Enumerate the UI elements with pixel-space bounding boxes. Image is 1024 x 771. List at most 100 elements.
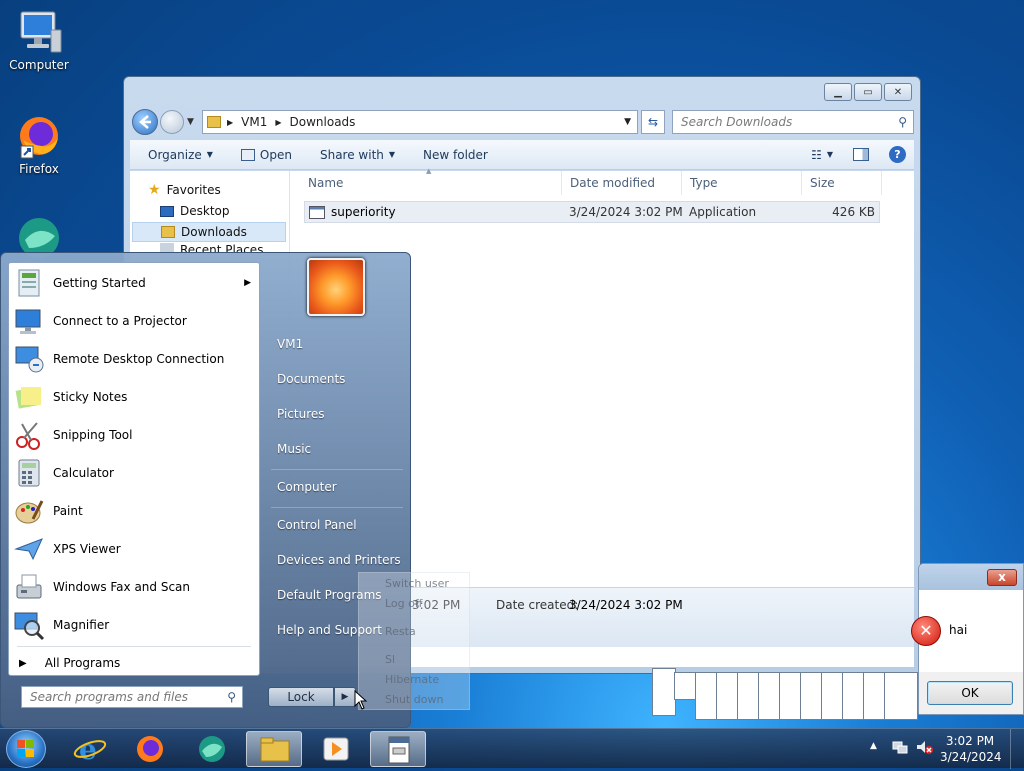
- open-button[interactable]: Open: [240, 147, 292, 162]
- taskbar-app[interactable]: [184, 731, 240, 767]
- taskbar-application[interactable]: [370, 731, 426, 767]
- back-arrow-icon: [139, 115, 151, 129]
- taskbar-internet-explorer[interactable]: e: [62, 731, 118, 767]
- minimize-icon: ▁: [834, 86, 842, 98]
- breadcrumb-vm1[interactable]: VM1: [241, 115, 267, 129]
- stacked-window[interactable]: [842, 672, 864, 720]
- lock-button[interactable]: Lock: [268, 687, 334, 707]
- file-size: 426 KB: [832, 205, 875, 219]
- address-bar[interactable]: ▶ VM1 ▶ Downloads ▼: [202, 110, 638, 134]
- organize-button[interactable]: Organize ▼: [148, 148, 213, 162]
- user-picture-avatar[interactable]: [307, 258, 365, 316]
- recent-pages-dropdown[interactable]: ▼: [187, 117, 194, 127]
- breadcrumb-downloads[interactable]: Downloads: [290, 115, 356, 129]
- stacked-window[interactable]: [716, 672, 738, 720]
- stacked-window[interactable]: [737, 672, 759, 720]
- program-calculator[interactable]: Calculator: [13, 455, 257, 491]
- program-getting-started[interactable]: Getting Started ▶: [13, 265, 257, 301]
- column-header-type[interactable]: Type: [682, 171, 802, 195]
- program-xps-viewer[interactable]: XPS Viewer: [13, 531, 257, 567]
- maximize-button[interactable]: ▭: [854, 83, 882, 101]
- show-desktop-button[interactable]: [1010, 729, 1024, 769]
- start-pictures[interactable]: Pictures: [277, 407, 325, 421]
- start-control-panel[interactable]: Control Panel: [277, 518, 357, 532]
- stacked-window[interactable]: [863, 672, 885, 720]
- power-sleep[interactable]: Sl: [385, 653, 395, 666]
- stacked-window[interactable]: [652, 668, 676, 716]
- stacked-window[interactable]: [779, 672, 801, 720]
- power-restart[interactable]: Resta: [385, 625, 416, 638]
- preview-pane-button[interactable]: [853, 148, 869, 161]
- power-options-menu: Switch user Log off Resta Sl Hibernate S…: [358, 572, 470, 710]
- stacked-window[interactable]: [758, 672, 780, 720]
- power-hibernate[interactable]: Hibernate: [385, 673, 439, 686]
- help-button[interactable]: ?: [889, 146, 906, 163]
- search-input[interactable]: Search Downloads ⚲: [672, 110, 914, 134]
- stacked-window[interactable]: [800, 672, 822, 720]
- power-log-off[interactable]: Log off: [385, 597, 422, 610]
- share-with-button[interactable]: Share with ▼: [320, 148, 395, 162]
- power-switch-user[interactable]: Switch user: [385, 577, 449, 590]
- back-button[interactable]: [132, 109, 158, 135]
- start-search-input[interactable]: Search programs and files ⚲: [21, 686, 243, 708]
- ok-button[interactable]: OK: [927, 681, 1013, 705]
- new-folder-button[interactable]: New folder: [423, 148, 488, 162]
- program-sticky-notes[interactable]: Sticky Notes: [13, 379, 257, 415]
- open-label: Open: [259, 147, 292, 162]
- window-icon: [240, 148, 255, 161]
- taskbar-clock[interactable]: 3:02 PM 3/24/2024: [940, 733, 1002, 765]
- program-label: Remote Desktop Connection: [53, 352, 225, 366]
- program-remote-desktop[interactable]: Remote Desktop Connection: [13, 341, 257, 377]
- stacked-window[interactable]: [695, 672, 717, 720]
- start-documents[interactable]: Documents: [277, 372, 345, 386]
- nav-downloads[interactable]: Downloads: [132, 222, 286, 242]
- start-devices-printers[interactable]: Devices and Printers: [277, 553, 401, 567]
- column-header-size[interactable]: Size: [802, 171, 882, 195]
- program-label: Magnifier: [53, 618, 110, 632]
- volume-muted-icon[interactable]: [916, 739, 934, 755]
- minimize-button[interactable]: ▁: [824, 83, 852, 101]
- stacked-window[interactable]: [884, 672, 918, 720]
- downloads-folder-icon: [161, 226, 175, 238]
- forward-button[interactable]: [160, 110, 184, 134]
- show-hidden-icons-button[interactable]: ▲: [870, 741, 877, 751]
- program-magnifier[interactable]: Magnifier: [13, 607, 257, 643]
- power-options-arrow-button[interactable]: ▶: [334, 687, 356, 707]
- stacked-window[interactable]: [821, 672, 843, 720]
- program-label: XPS Viewer: [53, 542, 121, 556]
- address-row: ▼ ▶ VM1 ▶ Downloads ▼ ⇆ Search Downloads…: [132, 109, 914, 135]
- program-fax-scan[interactable]: Windows Fax and Scan: [13, 569, 257, 605]
- program-paint[interactable]: Paint: [13, 493, 257, 529]
- desktop-icon-computer[interactable]: Computer: [4, 8, 74, 72]
- start-menu: Getting Started ▶ Connect to a Projector…: [0, 252, 411, 728]
- start-user-folder[interactable]: VM1: [277, 337, 303, 351]
- view-options-button[interactable]: ☷ ▼: [811, 148, 833, 162]
- desktop-icon-firefox[interactable]: Firefox: [4, 112, 74, 176]
- taskbar: e ▲ 3:02 PM 3/24/2024: [0, 728, 1024, 769]
- nav-favorites[interactable]: ★ Favorites: [148, 180, 221, 200]
- getting-started-icon: [13, 267, 45, 299]
- refresh-button[interactable]: ⇆: [641, 110, 665, 134]
- address-dropdown-icon[interactable]: ▼: [624, 117, 631, 127]
- close-icon: x: [998, 570, 1006, 584]
- start-computer[interactable]: Computer: [277, 480, 337, 494]
- program-snipping-tool[interactable]: Snipping Tool: [13, 417, 257, 453]
- message-box[interactable]: x ✕ hai OK: [911, 563, 1024, 715]
- taskbar-firefox[interactable]: [122, 731, 178, 767]
- start-button[interactable]: [6, 730, 46, 768]
- taskbar-windows-explorer[interactable]: [246, 731, 302, 767]
- program-connect-projector[interactable]: Connect to a Projector: [13, 303, 257, 339]
- start-music[interactable]: Music: [277, 442, 311, 456]
- taskbar-media-player[interactable]: [308, 731, 364, 767]
- column-header-name[interactable]: Name ▲: [300, 167, 562, 195]
- close-button[interactable]: ✕: [884, 83, 912, 101]
- stacked-window[interactable]: [674, 672, 696, 700]
- power-shut-down[interactable]: Shut down: [385, 693, 443, 706]
- network-icon[interactable]: [892, 739, 908, 755]
- column-header-date-modified[interactable]: Date modified: [562, 171, 682, 195]
- message-box-close-button[interactable]: x: [987, 569, 1017, 586]
- nav-desktop[interactable]: Desktop: [160, 201, 230, 221]
- all-programs-button[interactable]: ▶ All Programs: [19, 651, 263, 675]
- file-row[interactable]: superiority 3/24/2024 3:02 PM Applicatio…: [304, 201, 880, 223]
- chevron-right-icon: ▶: [19, 657, 27, 669]
